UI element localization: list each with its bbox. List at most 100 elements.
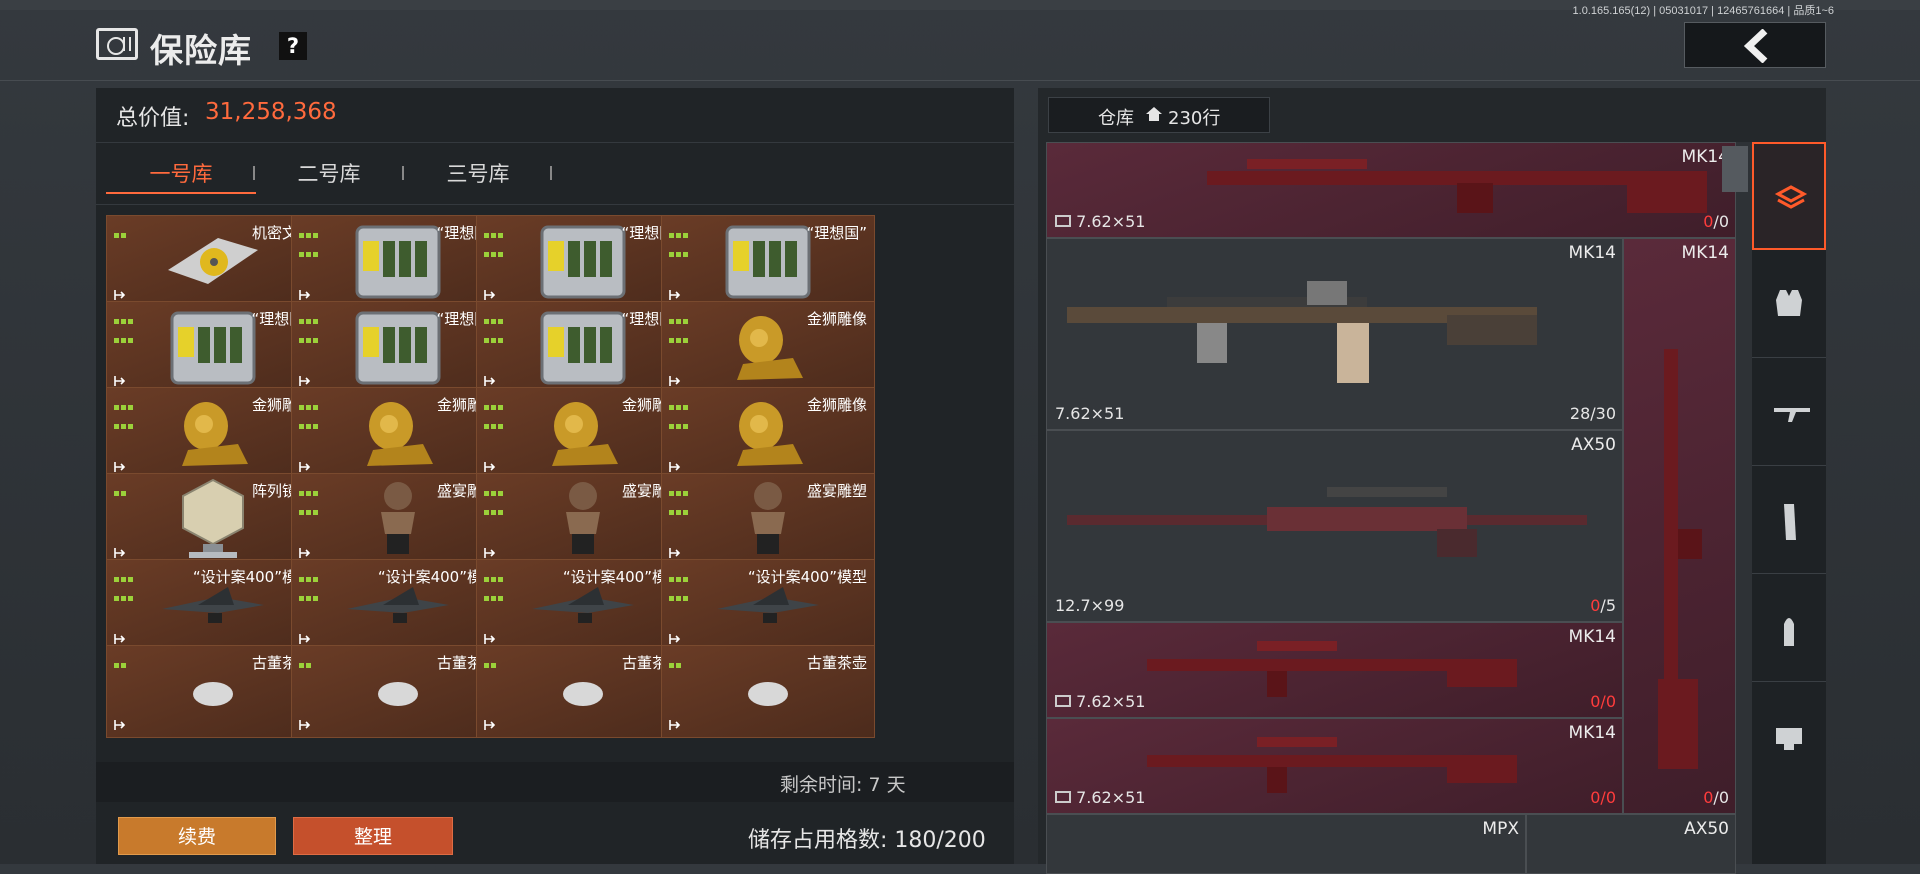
- item-name: 金狮雕像: [806, 396, 867, 414]
- sort-button[interactable]: 整理: [293, 817, 453, 855]
- vault-item[interactable]: “设计案400”模型: [106, 559, 320, 652]
- move-out-icon[interactable]: [669, 289, 681, 301]
- move-out-icon[interactable]: [299, 375, 311, 387]
- move-out-icon[interactable]: [114, 633, 126, 645]
- weapon-slot[interactable]: MPX: [1046, 814, 1526, 874]
- vault-item[interactable]: 盛宴雕塑: [661, 473, 875, 566]
- move-out-icon[interactable]: [484, 375, 496, 387]
- weapon-slot[interactable]: MK14 0/0: [1623, 238, 1736, 814]
- weapon-slot[interactable]: MK14 7.62×51 0/0: [1046, 622, 1623, 718]
- move-out-icon[interactable]: [299, 719, 311, 731]
- move-out-icon[interactable]: [669, 461, 681, 473]
- vault-item[interactable]: “设计案400”模型: [476, 559, 690, 652]
- move-out-icon[interactable]: [669, 719, 681, 731]
- item-name: 古董茶壶: [806, 654, 867, 672]
- move-out-icon[interactable]: [484, 633, 496, 645]
- item-image: [538, 219, 628, 305]
- storage-stack-icon: [1774, 185, 1808, 209]
- vault-item[interactable]: 机密文件: [106, 215, 320, 308]
- weapon-ammo: 0/0: [1590, 692, 1616, 711]
- vault-item[interactable]: 古董茶壶: [476, 645, 690, 738]
- move-out-icon[interactable]: [114, 375, 126, 387]
- vault-item[interactable]: 金狮雕像: [661, 301, 875, 394]
- tab-vault-1[interactable]: 一号库: [106, 158, 256, 188]
- vault-item[interactable]: “理想国”: [476, 301, 690, 394]
- scrollbar-thumb[interactable]: [1722, 146, 1748, 192]
- total-value: 31,258,368: [205, 99, 337, 125]
- move-out-icon[interactable]: [299, 633, 311, 645]
- tab-divider: [550, 166, 552, 180]
- vault-item[interactable]: 金狮雕像: [661, 387, 875, 480]
- vault-item[interactable]: “理想国”: [291, 215, 505, 308]
- move-out-icon[interactable]: [484, 719, 496, 731]
- move-out-icon[interactable]: [484, 547, 496, 559]
- grid-size-indicator: [669, 309, 690, 347]
- vault-item[interactable]: 金狮雕像: [106, 387, 320, 480]
- move-out-icon[interactable]: [114, 719, 126, 731]
- move-out-icon[interactable]: [669, 633, 681, 645]
- weapon-slot[interactable]: MK14 7.62×51 28/30: [1046, 238, 1623, 430]
- vault-item[interactable]: 盛宴雕塑: [291, 473, 505, 566]
- vault-item[interactable]: 古董茶壶: [291, 645, 505, 738]
- renew-button[interactable]: 续费: [118, 817, 276, 855]
- move-out-icon[interactable]: [114, 547, 126, 559]
- item-name: “理想国”: [806, 224, 867, 242]
- weapon-name: AX50: [1684, 819, 1729, 839]
- grid-size-indicator: [484, 653, 498, 672]
- weapon-slot[interactable]: AX50: [1526, 814, 1736, 874]
- weapon-caliber: 7.62×51: [1055, 788, 1145, 807]
- vault-item[interactable]: “设计案400”模型: [291, 559, 505, 652]
- vault-item[interactable]: “理想国”: [291, 301, 505, 394]
- move-out-icon[interactable]: [299, 547, 311, 559]
- vault-item[interactable]: 古董茶壶: [661, 645, 875, 738]
- weapon-ammo: 0/0: [1703, 212, 1729, 231]
- tab-vault-3[interactable]: 三号库: [403, 158, 553, 188]
- move-out-icon[interactable]: [114, 289, 126, 301]
- vault-item[interactable]: 金狮雕像: [291, 387, 505, 480]
- vault-item[interactable]: 古董茶壶: [106, 645, 320, 738]
- move-out-icon[interactable]: [484, 461, 496, 473]
- category-magazines[interactable]: [1752, 466, 1826, 574]
- back-button[interactable]: [1684, 22, 1826, 68]
- category-ammo[interactable]: [1752, 574, 1826, 682]
- help-button[interactable]: ?: [279, 32, 307, 60]
- category-armor[interactable]: [1752, 250, 1826, 358]
- magazine-icon: [1784, 504, 1796, 540]
- weapon-slot[interactable]: MK14 7.62×51 0/0: [1046, 718, 1623, 814]
- category-weapons[interactable]: [1752, 358, 1826, 466]
- vault-item[interactable]: “理想国”: [661, 215, 875, 308]
- category-storage[interactable]: [1752, 142, 1826, 250]
- vault-item[interactable]: 盛宴雕塑: [476, 473, 690, 566]
- vault-item[interactable]: “设计案400”模型: [661, 559, 875, 652]
- grid-size-indicator: [114, 653, 128, 672]
- move-out-icon[interactable]: [299, 289, 311, 301]
- item-name: “设计案400”模型: [747, 568, 867, 586]
- move-out-icon[interactable]: [114, 461, 126, 473]
- vault-item[interactable]: “理想国”: [106, 301, 320, 394]
- category-attachments[interactable]: [1752, 682, 1826, 790]
- grid-size-indicator: [299, 309, 320, 347]
- item-image: [538, 305, 628, 391]
- vault-icon: [96, 28, 138, 60]
- item-image: [168, 305, 258, 391]
- warehouse-grid: MK14 7.62×51 0/0 MK14 7.62×51 28/30 MK14…: [1046, 142, 1752, 874]
- item-image: [738, 670, 798, 714]
- move-out-icon[interactable]: [669, 547, 681, 559]
- item-image: [353, 219, 443, 305]
- grid-size-indicator: [484, 395, 505, 433]
- move-out-icon[interactable]: [299, 461, 311, 473]
- grid-size-indicator: [669, 567, 690, 605]
- weapon-name: MK14: [1681, 243, 1729, 263]
- vault-item[interactable]: 金狮雕像: [476, 387, 690, 480]
- item-image: [553, 670, 613, 714]
- divider: [96, 142, 1014, 143]
- vault-item[interactable]: 阵列镜片: [106, 473, 320, 566]
- grid-size-indicator: [484, 309, 505, 347]
- tab-vault-2[interactable]: 二号库: [254, 158, 404, 188]
- weapon-slot[interactable]: AX50 12.7×99 0/5: [1046, 430, 1623, 622]
- move-out-icon[interactable]: [669, 375, 681, 387]
- total-value-label: 总价值:: [116, 106, 190, 131]
- move-out-icon[interactable]: [484, 289, 496, 301]
- vault-item[interactable]: “理想国”: [476, 215, 690, 308]
- weapon-slot[interactable]: MK14 7.62×51 0/0: [1046, 142, 1736, 238]
